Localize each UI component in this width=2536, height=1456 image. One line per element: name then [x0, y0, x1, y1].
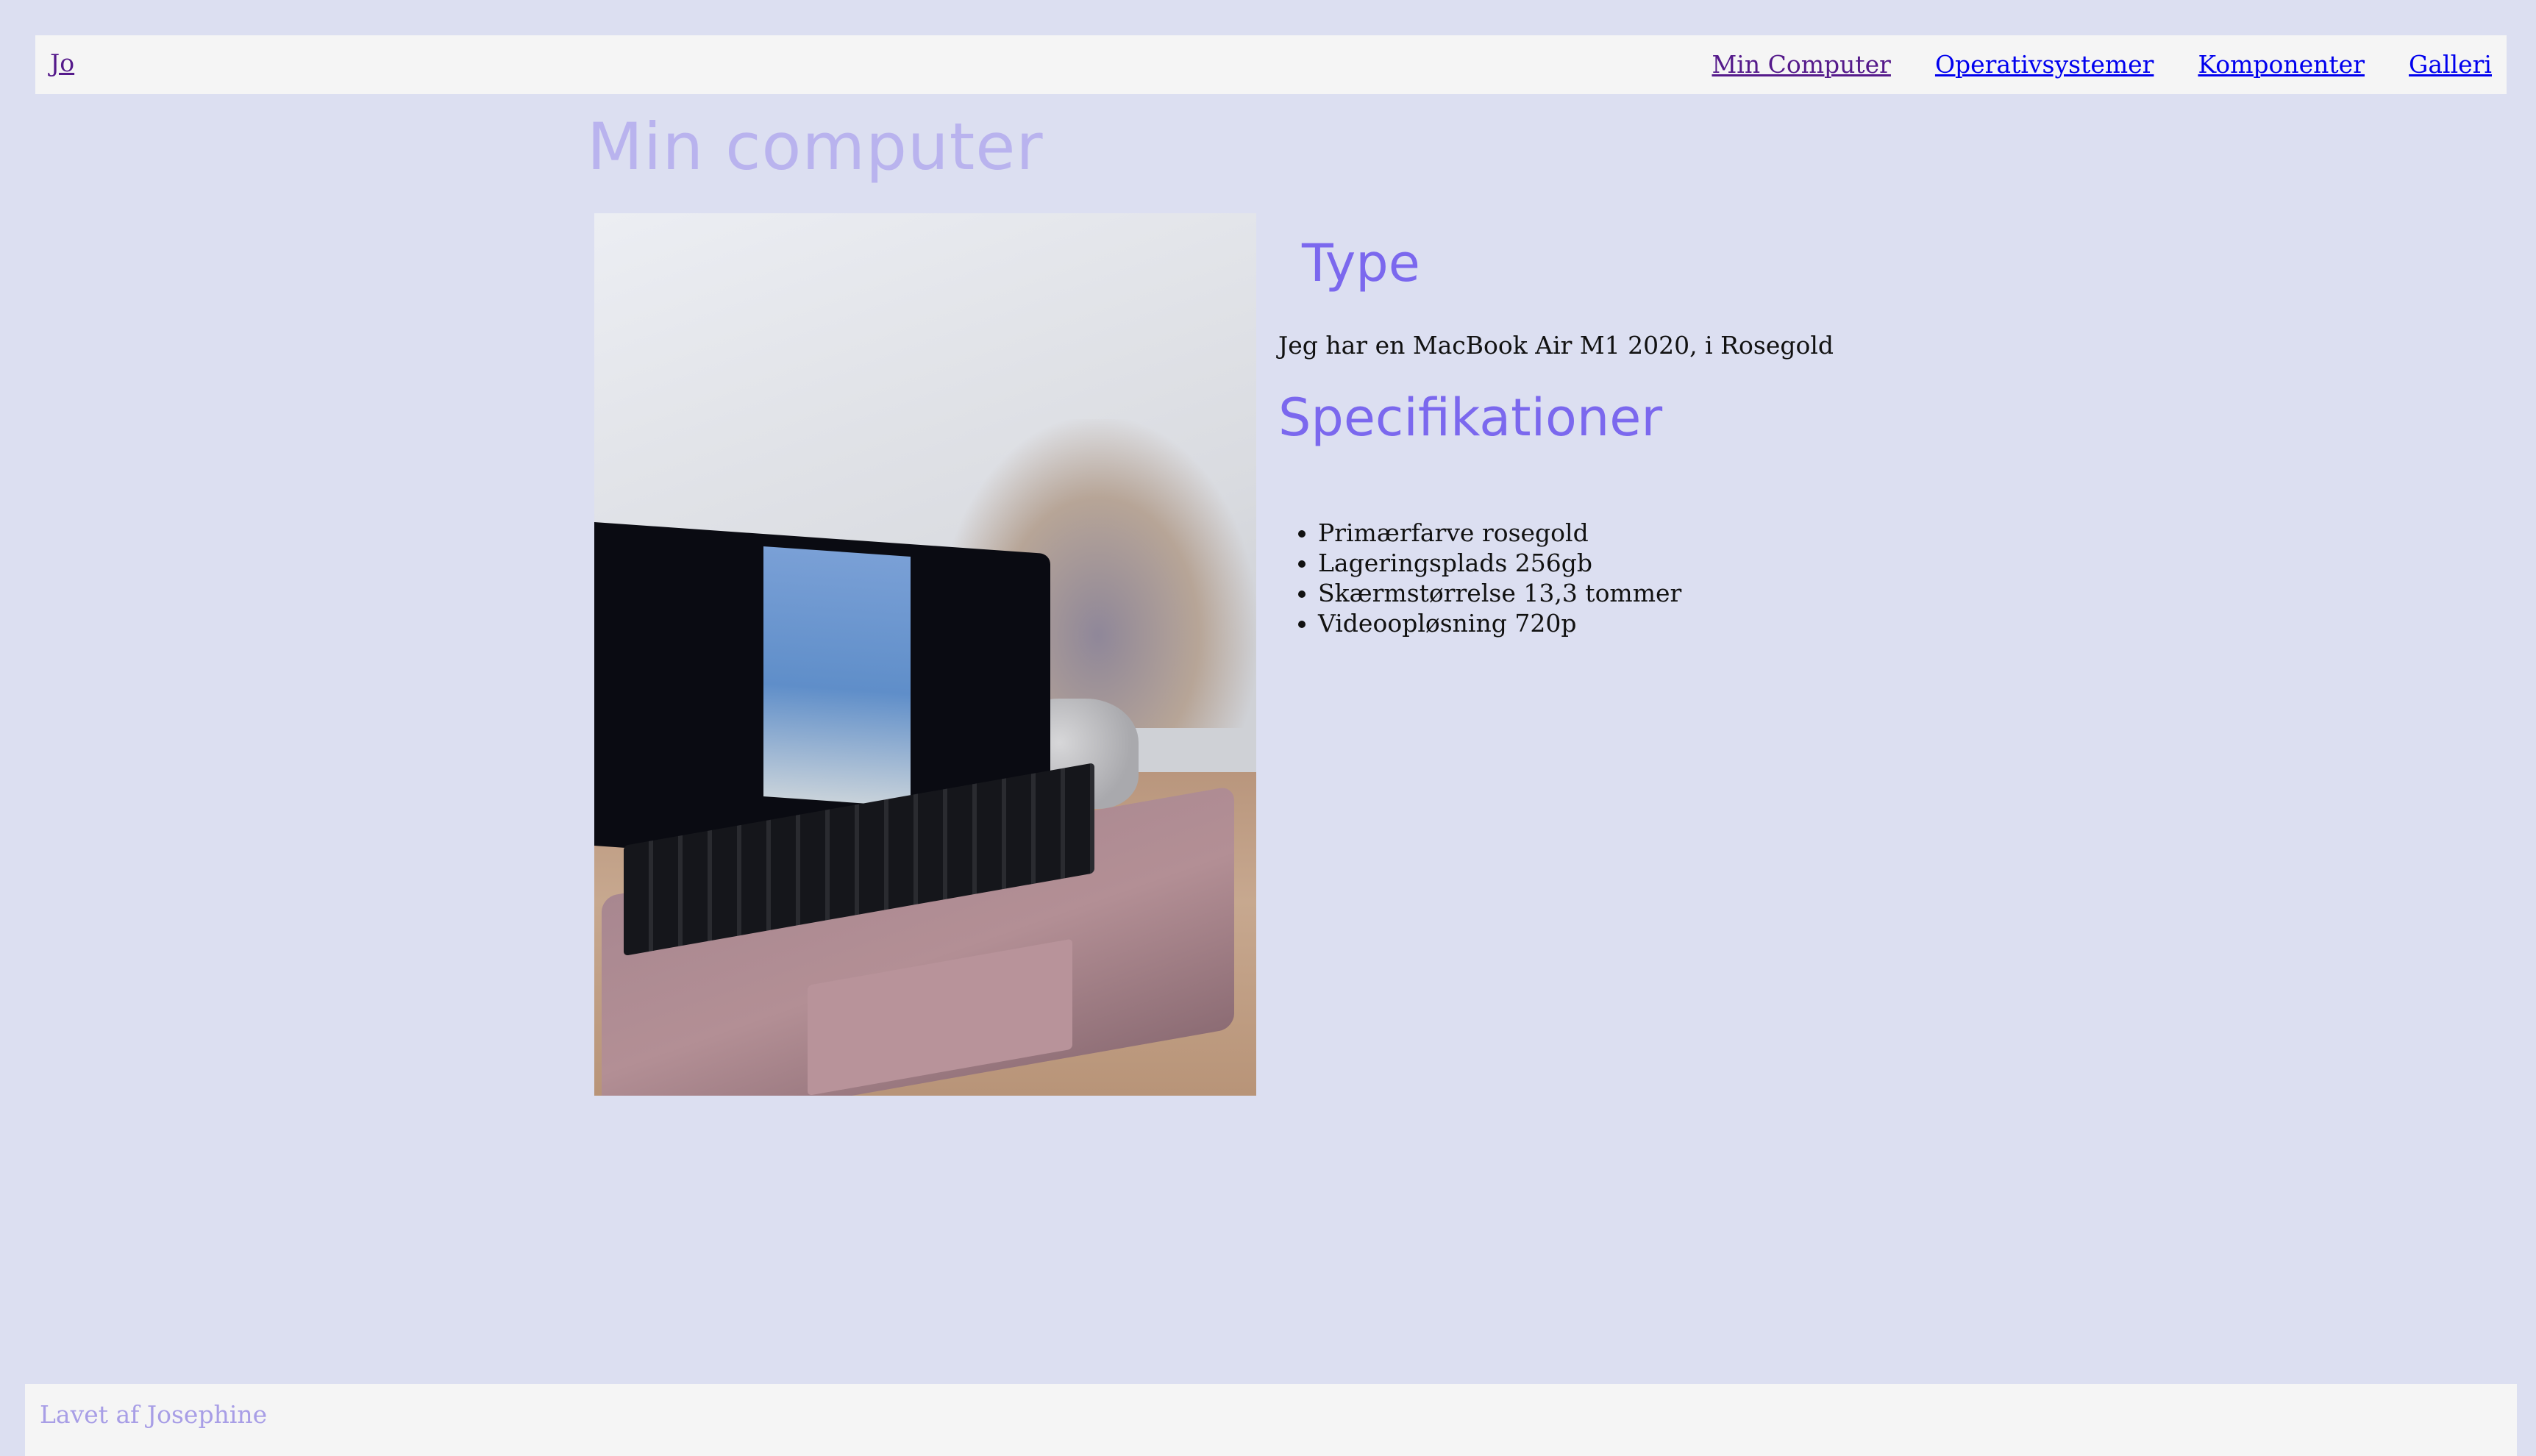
- type-heading: Type: [1302, 233, 1420, 293]
- nav-links: Min Computer Operativsystemer Komponente…: [1712, 35, 2492, 94]
- nav-link-operativsystemer[interactable]: Operativsystemer: [1935, 50, 2154, 79]
- spec-item: Videoopløsning 720p: [1318, 608, 1681, 638]
- nav-link-min-computer[interactable]: Min Computer: [1712, 50, 1890, 79]
- spec-item: Primærfarve rosegold: [1318, 518, 1681, 548]
- type-description: Jeg har en MacBook Air M1 2020, i Rosego…: [1278, 331, 1834, 360]
- spec-item: Lageringsplads 256gb: [1318, 548, 1681, 578]
- footer-credit: Lavet af Josephine: [40, 1400, 268, 1429]
- nav-link-galleri[interactable]: Galleri: [2409, 50, 2492, 79]
- brand-link[interactable]: Jo: [50, 49, 74, 78]
- laptop-photo: [594, 213, 1256, 1096]
- top-navbar: Jo Min Computer Operativsystemer Kompone…: [35, 35, 2507, 94]
- spec-item: Skærmstørrelse 13,3 tommer: [1318, 578, 1681, 608]
- photo-screen-wallpaper: [763, 546, 911, 807]
- footer: Lavet af Josephine: [25, 1384, 2517, 1456]
- specifications-list: Primærfarve rosegold Lageringsplads 256g…: [1278, 518, 1681, 638]
- specifications-heading: Specifikationer: [1278, 388, 1663, 448]
- page-title: Min computer: [587, 109, 1044, 185]
- nav-link-komponenter[interactable]: Komponenter: [2198, 50, 2365, 79]
